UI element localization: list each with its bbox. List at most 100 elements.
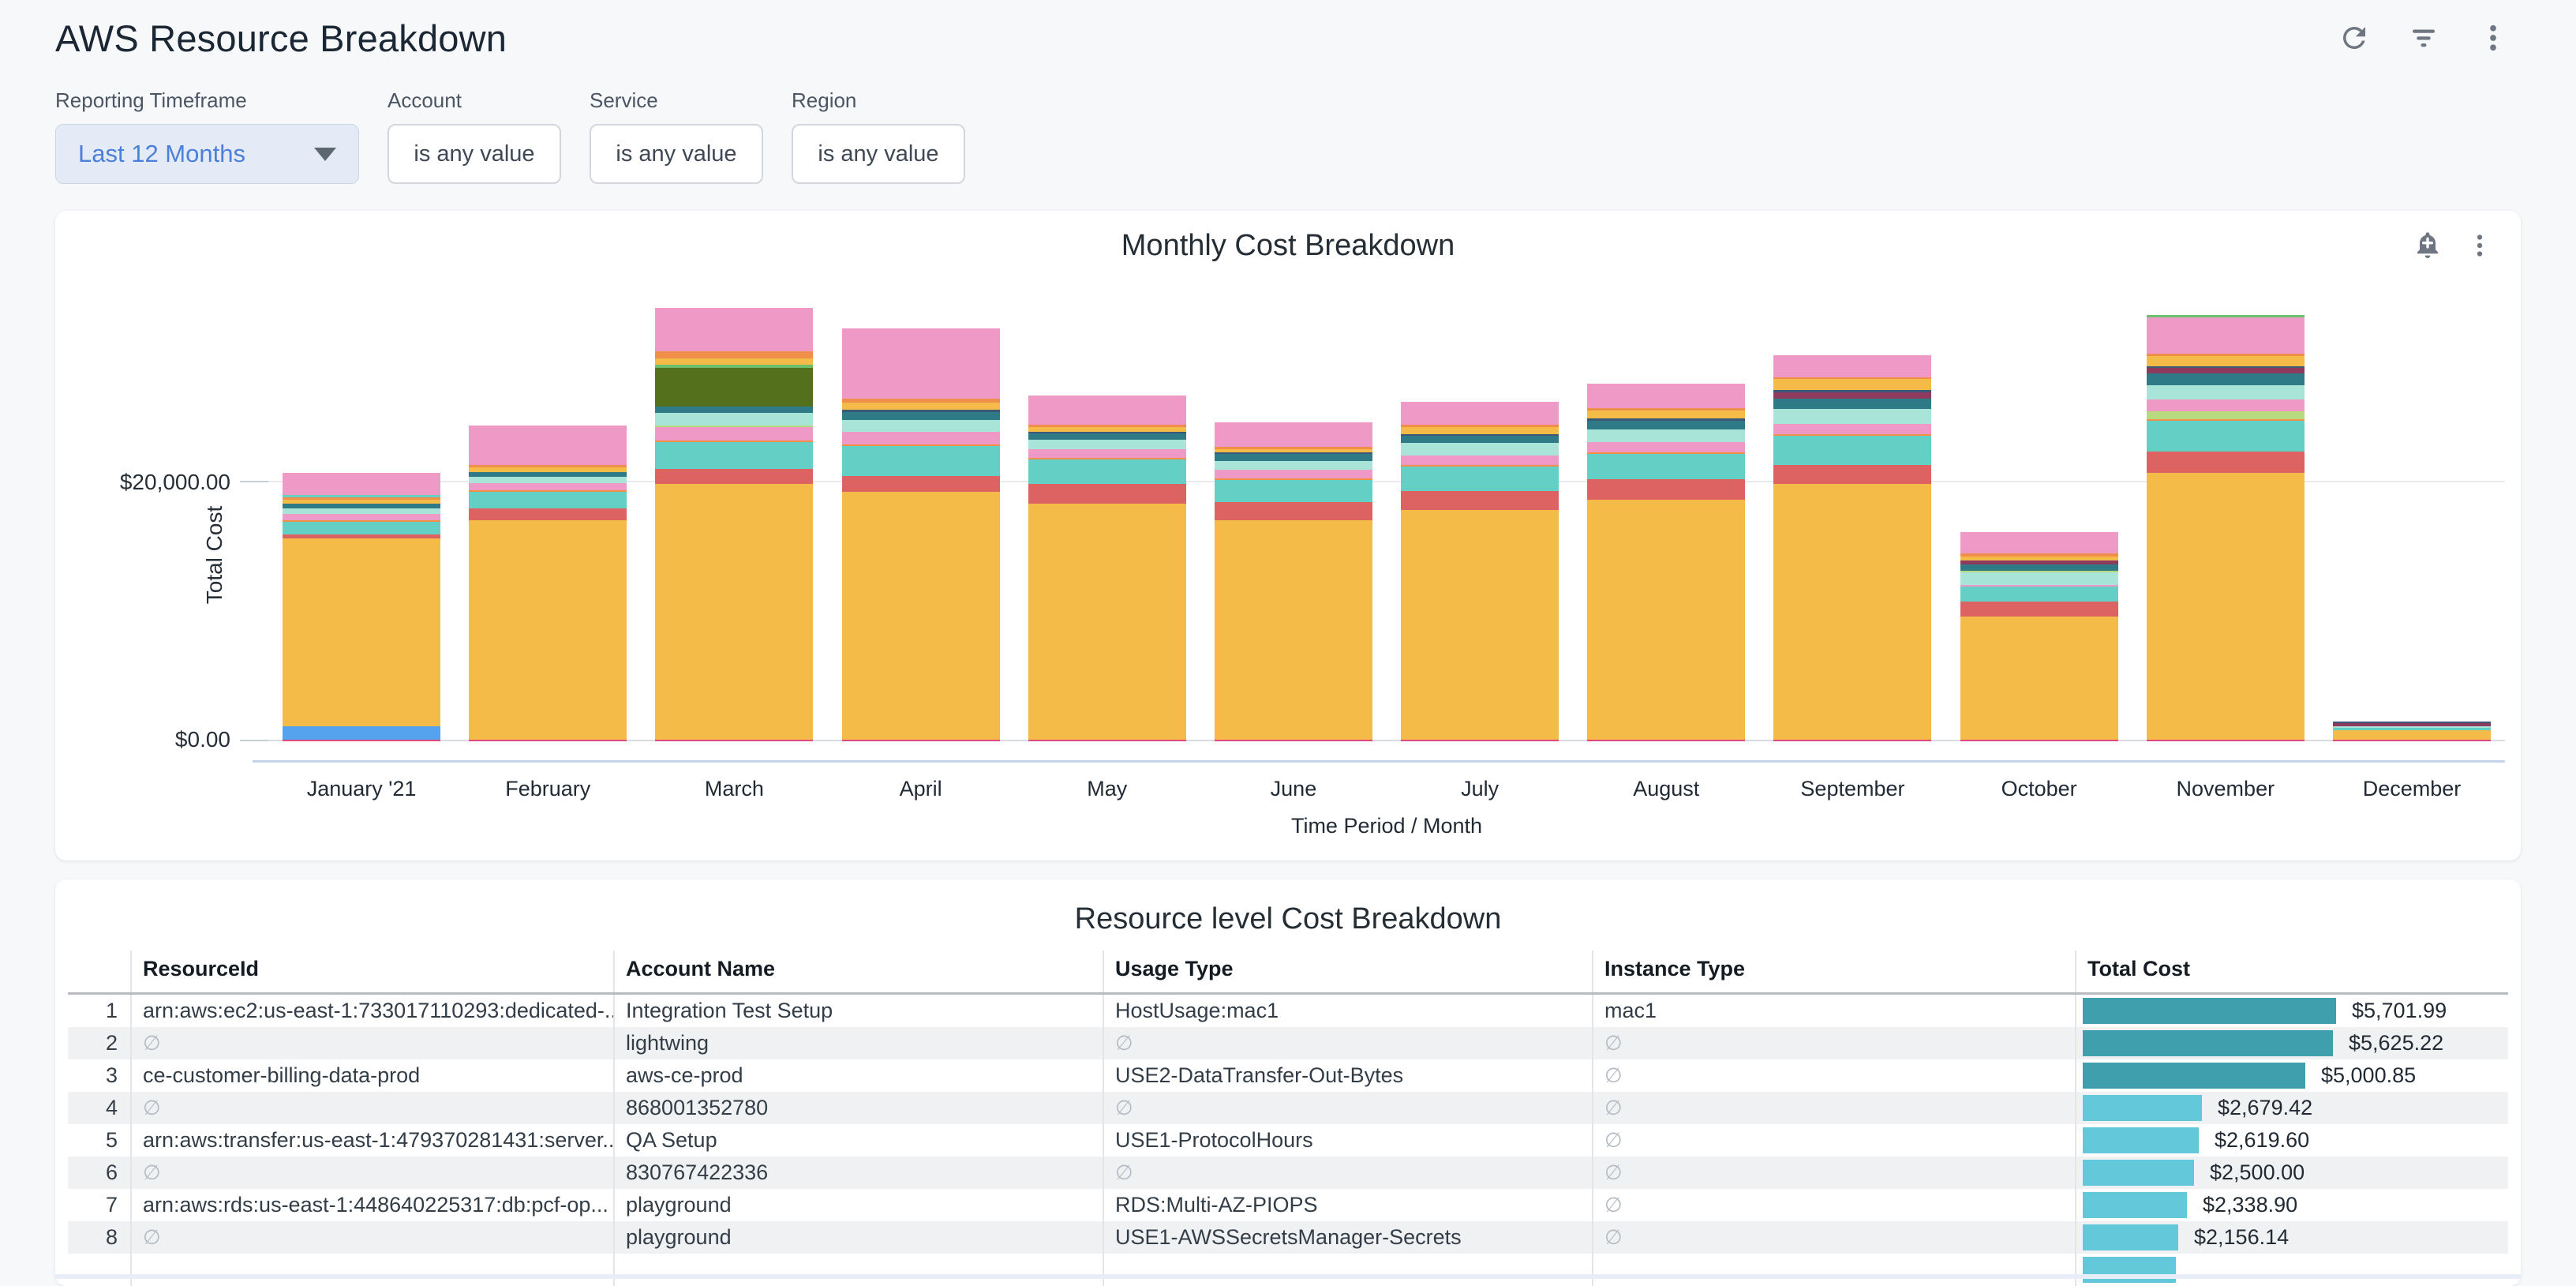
kebab-menu-icon[interactable] — [2477, 21, 2510, 54]
cell-instance-type: ∅ — [1593, 1092, 2076, 1124]
total-cost-bar — [2083, 1127, 2199, 1153]
cell-instance-type: ∅ — [1593, 1059, 2076, 1092]
account-filter-button[interactable]: is any value — [388, 124, 561, 184]
plot-area: Total Cost $20,000.00 $0.00 — [268, 264, 2505, 741]
bar-segment — [2147, 368, 2305, 373]
bar-segment — [1587, 384, 1745, 408]
bar-segment — [1028, 740, 1186, 741]
table-row: 8∅playgroundUSE1-AWSSecretsManager-Secre… — [68, 1221, 2508, 1254]
cell-instance-type: ∅ — [1593, 1027, 2076, 1059]
bar-segment — [2147, 399, 2305, 411]
column-header[interactable]: Account Name — [614, 950, 1103, 994]
bar-segment — [842, 446, 1000, 476]
stacked-bar-June[interactable] — [1215, 422, 1372, 741]
stacked-bar-July[interactable] — [1401, 402, 1559, 741]
stacked-bar-January '21[interactable] — [283, 473, 440, 741]
bar-segment — [1960, 740, 2118, 741]
stacked-bar-November[interactable] — [2147, 315, 2305, 741]
total-cost-bar — [2083, 1030, 2333, 1056]
table-body: 1arn:aws:ec2:us-east-1:733017110293:dedi… — [68, 994, 2508, 1286]
bar-segment — [1215, 520, 1372, 739]
bar-segment — [1587, 479, 1745, 500]
stacked-bar-September[interactable] — [1773, 355, 1931, 741]
row-number: 4 — [68, 1092, 131, 1124]
bar-segment — [1587, 421, 1745, 429]
bar-segment — [1028, 459, 1186, 483]
bell-plus-icon[interactable] — [2412, 230, 2443, 261]
bar-segment — [2147, 452, 2305, 472]
stacked-bar-February[interactable] — [469, 426, 627, 741]
cell-usage-type: USE1-ProtocolHours — [1103, 1124, 1593, 1157]
column-header[interactable]: Total Cost — [2076, 950, 2508, 994]
stacked-bar-May[interactable] — [1028, 396, 1186, 742]
cell-instance-type: ∅ — [1593, 1124, 2076, 1157]
bar-segment — [2333, 740, 2491, 741]
bar-segment — [1401, 456, 1559, 464]
column-header[interactable]: Usage Type — [1103, 950, 1593, 994]
bar-column — [1014, 264, 1200, 741]
bar-segment — [655, 308, 813, 352]
cell-usage-type: ∅ — [1103, 1157, 1593, 1189]
row-number — [68, 1254, 131, 1286]
cell-account-name: lightwing — [614, 1027, 1103, 1059]
bar-segment — [1028, 504, 1186, 739]
x-axis-label: August — [1573, 777, 1759, 801]
cell-total-cost: $2,500.00 — [2076, 1157, 2508, 1189]
service-filter-button[interactable]: is any value — [590, 124, 763, 184]
stacked-bar-August[interactable] — [1587, 384, 1745, 741]
refresh-icon[interactable] — [2338, 21, 2371, 54]
filter-icon[interactable] — [2407, 21, 2440, 54]
timeframe-dropdown[interactable]: Last 12 Months — [55, 124, 359, 184]
stacked-bar-April[interactable] — [842, 328, 1000, 741]
table-row: 1arn:aws:ec2:us-east-1:733017110293:dedi… — [68, 994, 2508, 1028]
row-number: 5 — [68, 1124, 131, 1157]
bar-column — [2319, 264, 2505, 741]
bar-segment — [1587, 429, 1745, 442]
null-value: ∅ — [1604, 1160, 1623, 1184]
bar-segment — [2147, 317, 2305, 354]
bar-segment — [842, 403, 1000, 410]
filter-reporting-timeframe: Reporting Timeframe Last 12 Months — [55, 88, 359, 184]
column-header[interactable]: Instance Type — [1593, 950, 2076, 994]
total-cost-value: $2,619.60 — [2215, 1128, 2309, 1153]
bar-segment — [1960, 572, 2118, 585]
stacked-bar-October[interactable] — [1960, 532, 2118, 741]
cell-account-name: aws-ce-prod — [614, 1059, 1103, 1092]
bar-segment — [1773, 392, 1931, 399]
cell-instance-type: ∅ — [1593, 1157, 2076, 1189]
bar-segment — [283, 514, 440, 520]
bar-column — [1200, 264, 1387, 741]
region-filter-button[interactable]: is any value — [792, 124, 965, 184]
cell-account-name — [614, 1254, 1103, 1286]
bar-segment — [1587, 411, 1745, 419]
bar-segment — [1773, 379, 1931, 390]
bar-segment — [2147, 385, 2305, 399]
bar-segment — [655, 427, 813, 440]
cell-instance-type: ∅ — [1593, 1221, 2076, 1254]
null-value: ∅ — [1604, 1031, 1623, 1055]
bar-segment — [655, 351, 813, 358]
bar-column — [641, 264, 827, 741]
bar-segment — [1960, 532, 2118, 553]
null-value: ∅ — [143, 1031, 161, 1055]
bar-column — [455, 264, 641, 741]
cell-usage-type: USE1-AWSSecretsManager-Secrets — [1103, 1221, 1593, 1254]
cell-total-cost: $2,679.42 — [2076, 1092, 2508, 1124]
bar-segment — [283, 473, 440, 495]
cell-resource-id: ∅ — [131, 1092, 614, 1124]
row-number-header — [68, 950, 131, 994]
x-axis-label: September — [1759, 777, 1945, 801]
kebab-menu-icon[interactable] — [2466, 231, 2494, 260]
dashboard-header: AWS Resource Breakdown — [55, 0, 2521, 57]
cell-account-name: 830767422336 — [614, 1157, 1103, 1189]
bottom-scroll-strip[interactable] — [55, 1274, 2521, 1279]
column-header[interactable]: ResourceId — [131, 950, 614, 994]
bar-segment — [1215, 502, 1372, 521]
total-cost-bar — [2083, 1160, 2194, 1186]
bar-segment — [1215, 480, 1372, 502]
stacked-bar-March[interactable] — [655, 308, 813, 741]
stacked-bar-December[interactable] — [2333, 722, 2491, 741]
bar-segment — [469, 426, 627, 466]
total-cost-bar — [2083, 1224, 2178, 1250]
bar-segment — [1773, 436, 1931, 465]
